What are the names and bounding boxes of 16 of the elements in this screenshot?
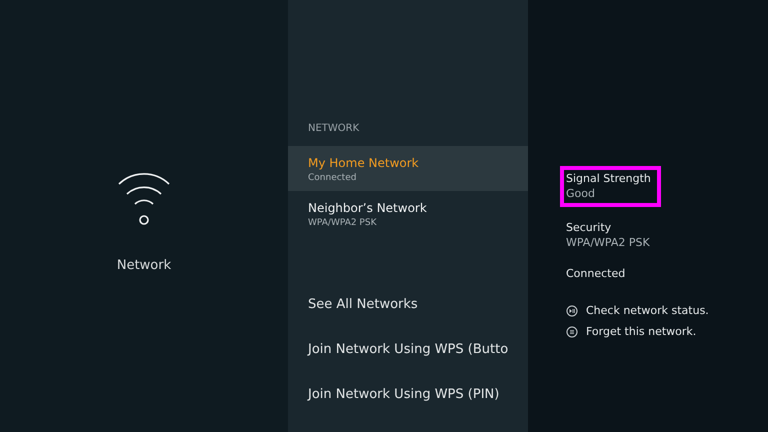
network-item[interactable]: My Home Network Connected [288,146,528,192]
menu-icon [566,326,578,338]
action-hint: Forget this network. [586,325,696,338]
field-value: Good [566,187,596,200]
field-label: Security [566,221,612,234]
action-hint: Check network status. [586,304,709,317]
section-header: NETWORK [307,123,360,134]
menu-option[interactable]: Join Network Using WPS (Butto [288,342,528,388]
field-value: WPA/WPA2 PSK [566,236,650,249]
field-label: Signal Strength [566,172,651,185]
menu-option[interactable]: Join Network Using WPS (PIN) [288,387,528,432]
play-pause-icon [566,304,578,316]
menu-option[interactable]: See All Networks [288,297,528,342]
category-label: Network [116,258,172,273]
connection-status: Connected [566,267,626,280]
network-item[interactable]: Neighbor’s Network WPA/WPA2 PSK [288,191,528,237]
